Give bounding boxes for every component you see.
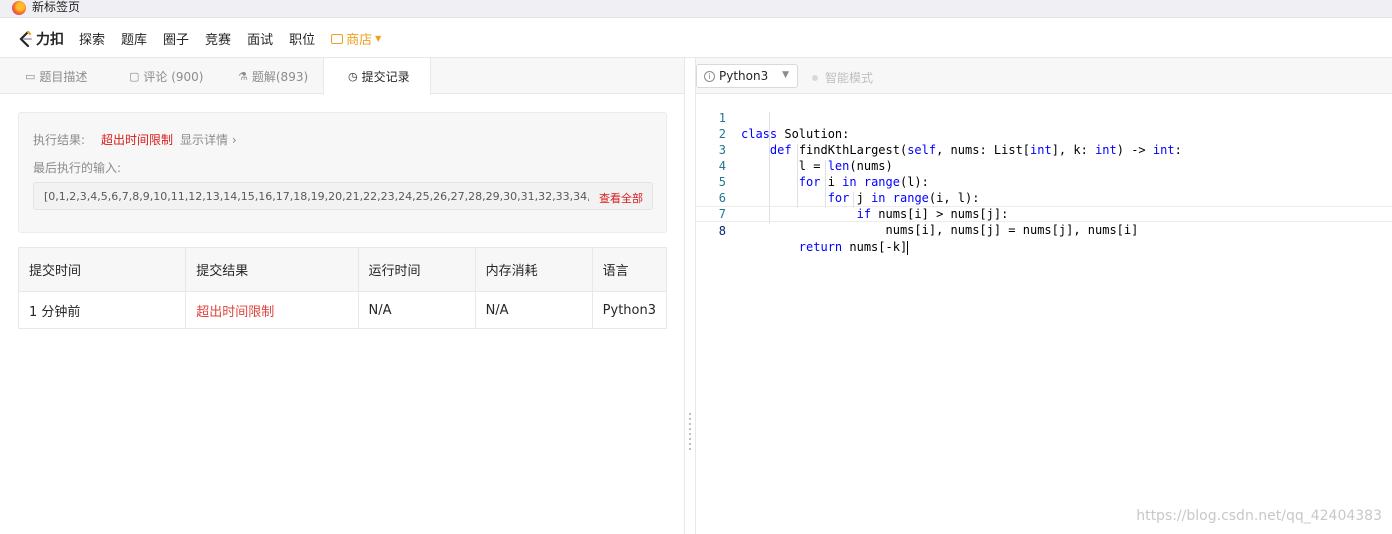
code-line: 5 for j in range(i, l): [696,158,1392,205]
description-icon: ▭ [25,69,36,83]
logo-text: 力扣 [36,32,64,48]
cell-submit-result[interactable]: 超出时间限制 [185,291,359,329]
result-label: 执行结果: [33,133,86,147]
shop-label: 商店 [346,33,373,48]
code-line-current: 8 return nums[-k] [696,206,1392,255]
col-runtime: 运行时间 [357,247,476,292]
col-submit-time: 提交时间 [17,247,187,292]
code-line: 2 def findKthLargest(self, nums: List[in… [696,110,1392,157]
view-all-link[interactable]: 查看全部 [599,190,643,206]
tab-submissions[interactable]: ◷ 提交记录 [323,58,431,95]
cell-runtime: N/A [357,291,476,329]
nav-link-circle[interactable]: 圈子 [163,29,189,48]
caret-down-icon: ▼ [375,34,382,43]
tab-comments-label: 评论 (900) [143,69,204,84]
nav-link-jobs[interactable]: 职位 [289,29,315,48]
text-cursor [907,240,909,255]
result-status: 超出时间限制 [101,133,174,147]
leetcode-logo-icon [19,30,32,48]
show-details-link[interactable]: 显示详情 › [180,131,237,148]
drag-handle-icon[interactable] [689,413,691,453]
cell-language: Python3 [591,291,668,329]
problem-tabs: ▭ 题目描述 ▢ 评论 (900) ⚗ 题解(893) ◷ 提交记录 [0,58,684,95]
tab-solutions[interactable]: ⚗ 题解(893) [238,58,308,94]
code-line: 3 l = len(nums) [696,126,1392,173]
left-pane: ▭ 题目描述 ▢ 评论 (900) ⚗ 题解(893) ◷ 提交记录 执行结果:… [0,58,684,534]
last-input-value: [0,1,2,3,4,5,6,7,8,9,10,11,12,13,14,15,1… [44,190,589,203]
nav-link-contest[interactable]: 竞赛 [205,29,231,48]
col-language: 语言 [591,247,668,292]
site-nav: 力扣 探索 题库 圈子 竞赛 面试 职位 商店 ▼ [0,19,1392,58]
smart-mode-label: 智能模式 [825,71,874,85]
watermark: https://blog.csdn.net/qq_42404383 [1136,508,1382,524]
nav-link-interview[interactable]: 面试 [247,29,273,48]
comment-icon: ▢ [129,69,140,83]
cell-submit-time: 1 分钟前 [17,291,187,329]
cell-memory: N/A [474,291,593,329]
nav-link-explore[interactable]: 探索 [79,29,105,48]
last-input-box: [0,1,2,3,4,5,6,7,8,9,10,11,12,13,14,15,1… [33,182,653,210]
chevron-down-icon: ▼ [782,70,789,80]
smart-mode-dot-icon [812,74,818,81]
nav-links: 探索 题库 圈子 竞赛 面试 职位 商店 ▼ [79,19,397,58]
nav-link-problems[interactable]: 题库 [121,29,147,48]
flask-icon: ⚗ [238,69,248,83]
clock-icon: ◷ [348,70,358,83]
code-text: nums[i], nums[j] = nums[j], nums[i] [741,223,1139,237]
code-line: 4 for i in range(l): [696,142,1392,189]
smart-mode-toggle[interactable]: 智能模式 [812,69,873,86]
tab-submissions-label: 提交记录 [361,70,410,84]
pane-splitter[interactable] [684,58,696,534]
language-select-value: Python3 [719,69,769,83]
browser-tab-strip: 新标签页 [0,0,1392,18]
editor-toolbar: i Python3 ▼ 智能模式 [696,58,1392,94]
tab-solutions-label: 题解(893) [251,69,309,84]
shop-bag-icon [331,33,344,44]
language-select[interactable]: i Python3 ▼ [696,64,798,88]
submissions-table: 提交时间 提交结果 运行时间 内存消耗 语言 1 分钟前 超出时间限制 N/A … [17,247,668,329]
tab-description[interactable]: ▭ 题目描述 [25,58,87,94]
info-icon: i [704,70,715,82]
code-line: 7 nums[i], nums[j] = nums[j], nums[i] [696,190,1392,237]
col-memory: 内存消耗 [474,247,593,292]
editor-pane: i Python3 ▼ 智能模式 1 class Solution: 2 def… [696,58,1392,534]
tab-description-label: 题目描述 [39,69,88,84]
line-number: 8 [718,224,726,238]
browser-tab-title[interactable]: 新标签页 [32,0,80,14]
table-row: 1 分钟前 超出时间限制 N/A N/A Python3 [17,291,668,329]
nav-link-shop[interactable]: 商店 ▼ [331,29,381,48]
logo[interactable]: 力扣 [17,29,64,49]
code-text: return nums[-k] [798,240,909,255]
table-header-row: 提交时间 提交结果 运行时间 内存消耗 语言 [17,247,668,292]
code-line: 6 if nums[i] > nums[j]: [696,174,1392,221]
code-line: 1 class Solution: [696,94,1392,141]
col-submit-result: 提交结果 [185,247,359,292]
last-input-label: 最后执行的输入: [33,161,122,175]
firefox-icon [12,1,26,15]
code-editor[interactable]: 1 class Solution: 2 def findKthLargest(s… [696,94,1392,534]
tab-comments[interactable]: ▢ 评论 (900) [129,58,204,94]
execution-result-box: 执行结果: 超出时间限制 显示详情 › 最后执行的输入: [0,1,2,3,4,… [18,112,667,233]
